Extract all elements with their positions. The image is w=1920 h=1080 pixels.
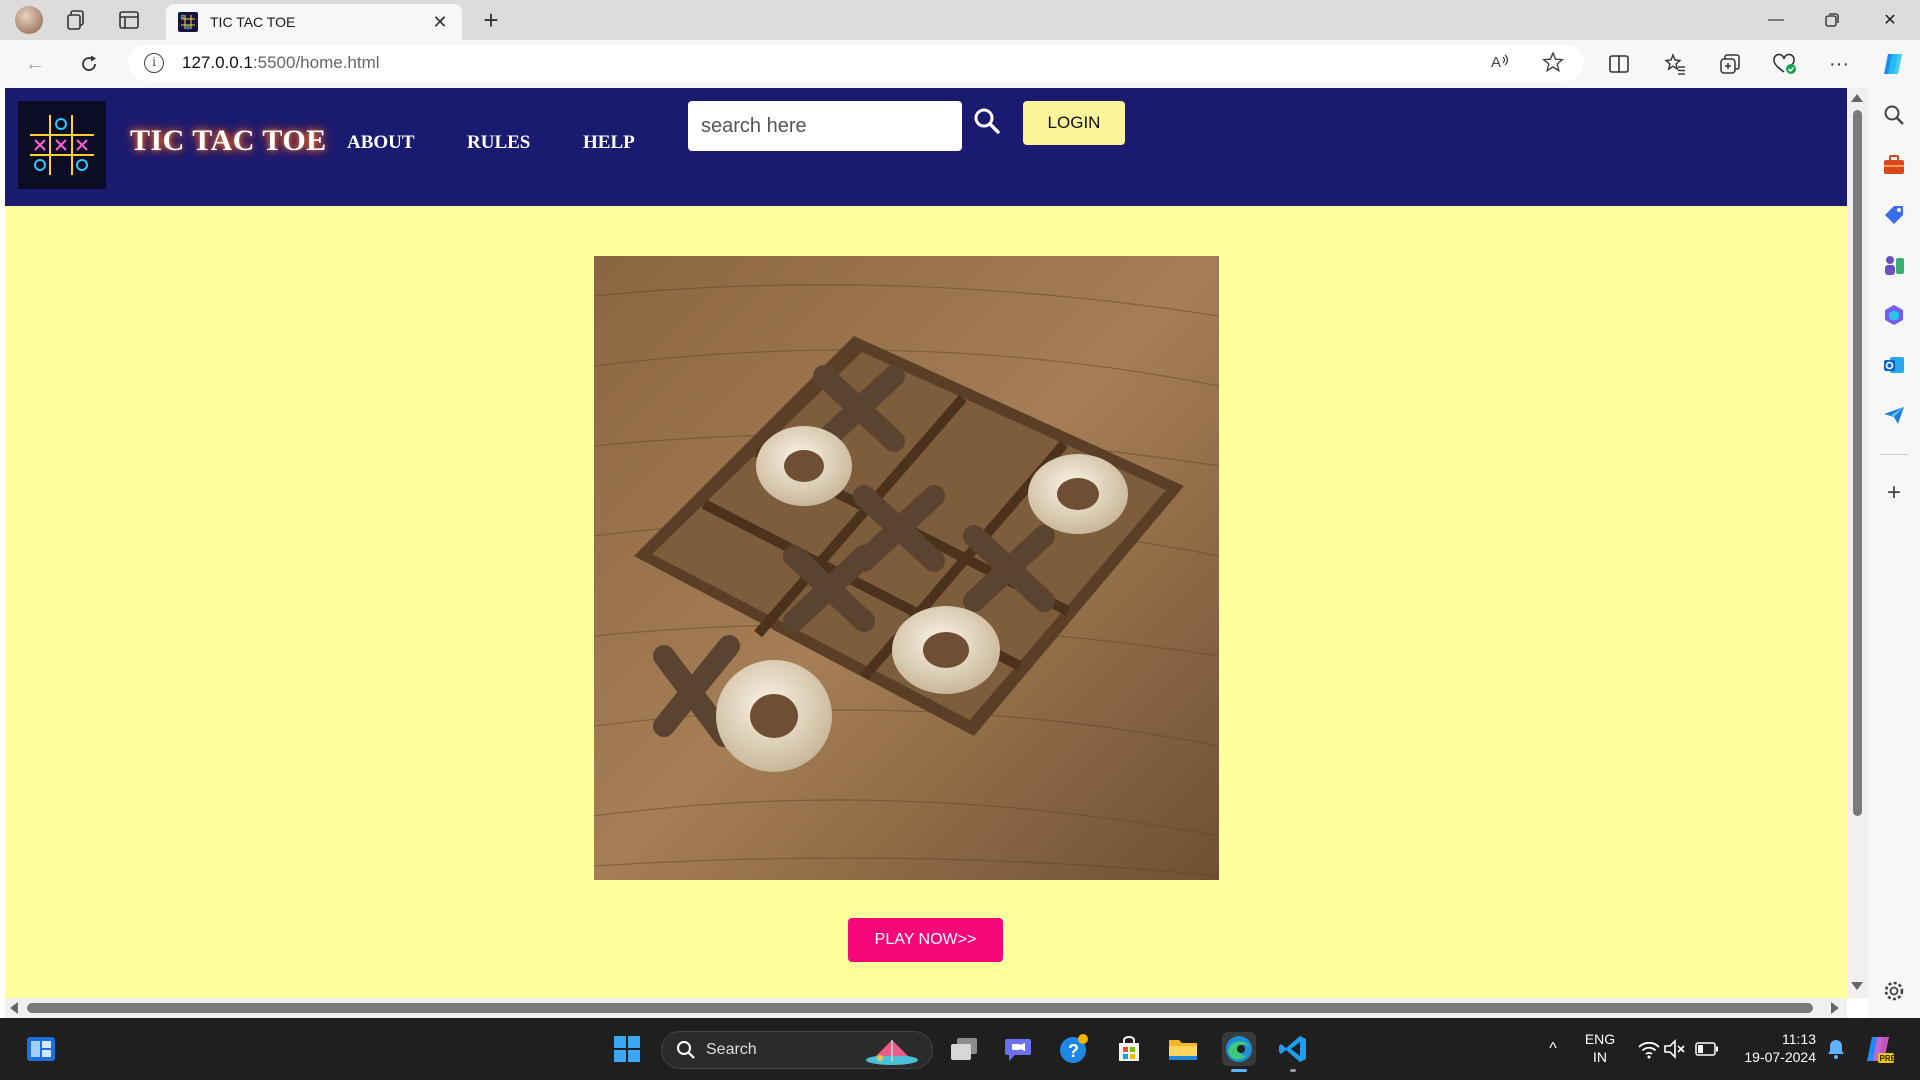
hero-image — [593, 256, 1220, 880]
site-logo[interactable] — [18, 101, 106, 189]
sidebar-shopping-icon[interactable] — [1881, 202, 1907, 228]
volume-muted-icon[interactable] — [1658, 1032, 1692, 1066]
svg-text:PRE: PRE — [1880, 1054, 1896, 1063]
vertical-scroll-thumb[interactable] — [1853, 110, 1862, 816]
site-title[interactable]: TIC TAC TOE — [130, 124, 327, 158]
copilot-preview-icon[interactable]: PRE — [1862, 1032, 1896, 1066]
scroll-down-icon[interactable] — [1851, 982, 1863, 990]
page-viewport: TIC TAC TOE ABOUT RULES HELP LOGIN — [5, 88, 1847, 998]
nav-rules[interactable]: RULES — [467, 132, 530, 154]
scroll-left-icon[interactable] — [10, 1002, 18, 1014]
restore-icon[interactable] — [1804, 0, 1860, 40]
edge-browser-icon[interactable] — [1222, 1032, 1256, 1072]
tab-close-icon[interactable]: ✕ — [430, 12, 450, 33]
horizontal-scrollbar[interactable] — [5, 998, 1847, 1018]
sidebar-games-icon[interactable] — [1881, 252, 1907, 278]
clock-date: 19-07-2024 — [1744, 1049, 1816, 1065]
sidebar-tools-icon[interactable] — [1881, 152, 1907, 178]
browser-tab-active[interactable]: TIC TAC TOE ✕ — [166, 4, 462, 40]
sidebar-send-icon[interactable] — [1881, 402, 1907, 428]
profile-avatar[interactable] — [14, 6, 44, 34]
taskbar-search-icon — [677, 1041, 695, 1059]
favorites-icon[interactable] — [1660, 50, 1690, 78]
minimize-icon[interactable]: — — [1748, 0, 1804, 40]
horizontal-scroll-thumb[interactable] — [27, 1003, 1813, 1013]
more-options-icon[interactable]: ··· — [1824, 50, 1854, 78]
copilot-icon[interactable] — [1878, 50, 1908, 78]
browser-tab-strip: TIC TAC TOE ✕ + — ✕ — [0, 0, 1920, 40]
sidebar-search-icon[interactable] — [1881, 102, 1907, 128]
windows-start-icon[interactable] — [610, 1032, 644, 1066]
svg-text:?: ? — [1068, 1041, 1079, 1061]
task-view-icon[interactable] — [947, 1032, 981, 1066]
battery-icon[interactable] — [1690, 1032, 1724, 1066]
address-bar[interactable]: i 127.0.0.1:5500/home.html A — [128, 45, 1584, 81]
show-hidden-icons[interactable]: ^ — [1536, 1032, 1570, 1066]
sidebar-settings-icon[interactable] — [1881, 978, 1907, 1004]
language-line1: ENG — [1584, 1031, 1616, 1047]
close-window-icon[interactable]: ✕ — [1862, 0, 1918, 40]
vscode-icon[interactable] — [1276, 1032, 1310, 1072]
play-now-button[interactable]: PLAY NOW>> — [848, 918, 1003, 962]
widgets-icon[interactable] — [24, 1032, 58, 1066]
sidebar-outlook-icon[interactable] — [1881, 352, 1907, 378]
nav-about[interactable]: ABOUT — [347, 132, 415, 154]
search-icon[interactable] — [972, 106, 1002, 136]
taskbar-search[interactable]: Search — [661, 1031, 933, 1069]
back-arrow-icon[interactable]: ← — [20, 50, 50, 78]
teams-chat-icon[interactable] — [1001, 1032, 1035, 1066]
search-input[interactable] — [688, 101, 962, 151]
split-screen-icon[interactable] — [1604, 50, 1634, 78]
read-aloud-icon[interactable]: A — [1490, 51, 1512, 79]
nav-help[interactable]: HELP — [583, 132, 635, 154]
windows-taskbar: Search ? ^ ENG IN 11:13 19-07-2024 PRE — [0, 1018, 1920, 1080]
notification-bell-icon[interactable] — [1819, 1032, 1853, 1066]
vertical-tabs-icon[interactable] — [114, 6, 144, 34]
file-explorer-icon[interactable] — [1166, 1032, 1200, 1066]
new-tab-button[interactable]: + — [476, 6, 506, 34]
url-host: 127.0.0.1 — [182, 53, 253, 72]
scroll-right-icon[interactable] — [1831, 1002, 1839, 1014]
collections-icon[interactable] — [1715, 50, 1745, 78]
search-highlight-icon — [866, 1040, 918, 1065]
sidebar-divider — [1880, 454, 1908, 455]
language-line2: IN — [1593, 1049, 1607, 1065]
svg-text:A: A — [1491, 54, 1501, 71]
tab-favicon-icon — [178, 12, 198, 32]
favorite-star-icon[interactable] — [1541, 51, 1565, 79]
sidebar-add-icon[interactable]: + — [1881, 480, 1907, 506]
edge-sidebar: + — [1868, 88, 1920, 1018]
language-indicator[interactable]: ENG IN — [1576, 1030, 1624, 1066]
sidebar-m365-icon[interactable] — [1881, 302, 1907, 328]
url-path: :5500/home.html — [252, 53, 380, 72]
clock-time: 11:13 — [1782, 1031, 1816, 1047]
scroll-up-icon[interactable] — [1851, 94, 1863, 102]
vertical-scrollbar[interactable] — [1847, 88, 1868, 998]
taskbar-search-label: Search — [706, 1041, 757, 1058]
workspaces-icon[interactable] — [62, 6, 92, 34]
site-info-icon[interactable]: i — [144, 53, 164, 73]
browser-essentials-icon[interactable] — [1770, 50, 1800, 78]
site-header: TIC TAC TOE ABOUT RULES HELP LOGIN — [5, 88, 1847, 206]
tab-title: TIC TAC TOE — [210, 14, 296, 30]
refresh-icon[interactable] — [74, 50, 104, 78]
microsoft-store-icon[interactable] — [1112, 1032, 1146, 1066]
login-button[interactable]: LOGIN — [1023, 101, 1125, 145]
browser-toolbar: ← i 127.0.0.1:5500/home.html A ··· — [0, 40, 1920, 88]
clock[interactable]: 11:13 19-07-2024 — [1726, 1030, 1816, 1066]
help-app-icon[interactable]: ? — [1057, 1032, 1091, 1066]
